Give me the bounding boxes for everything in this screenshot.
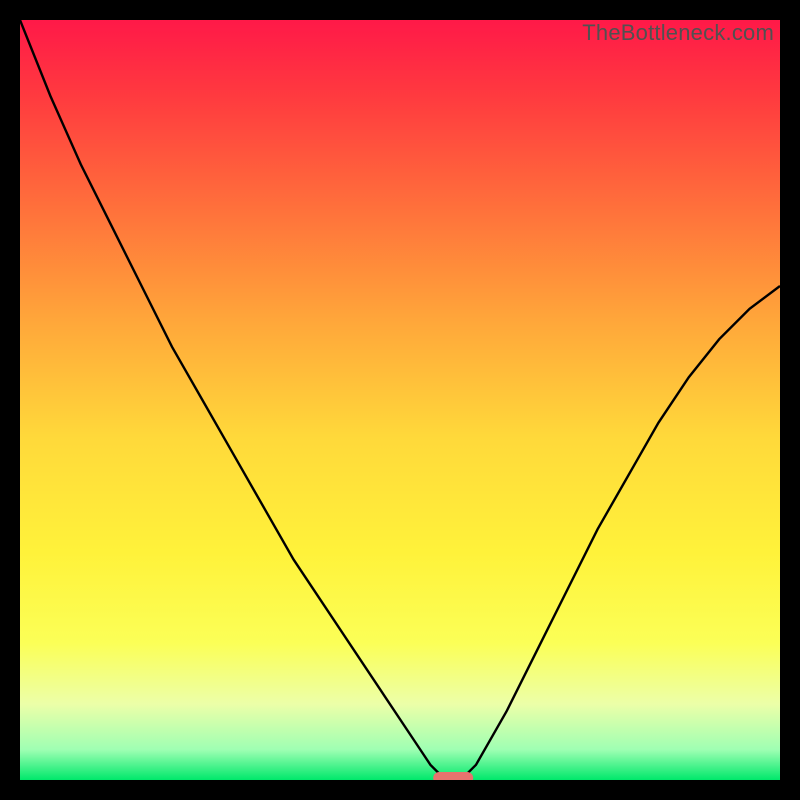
bottleneck-chart bbox=[20, 20, 780, 780]
gradient-background bbox=[20, 20, 780, 780]
optimal-marker bbox=[433, 772, 473, 780]
chart-frame: TheBottleneck.com bbox=[20, 20, 780, 780]
watermark-text: TheBottleneck.com bbox=[582, 20, 774, 46]
